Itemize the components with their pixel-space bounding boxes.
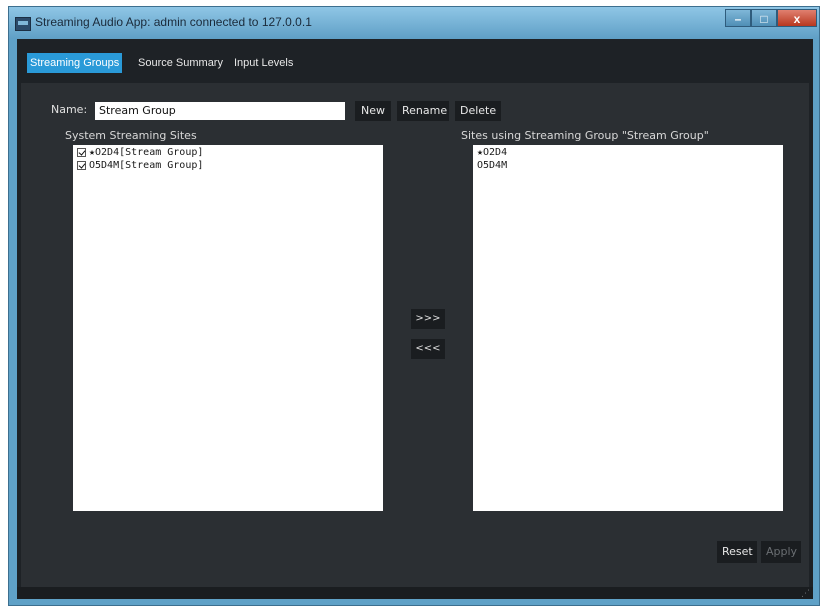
add-to-group-button[interactable]: >>> [411,309,445,329]
minimize-button[interactable]: – [725,9,751,27]
app-icon [15,17,31,31]
tab-strip: Streaming Groups Source Summary Input Le… [17,39,813,83]
system-sites-list[interactable]: ★O2D4[Stream Group] O5D4M[Stream Group] [73,145,383,511]
close-button[interactable]: x [777,9,817,27]
status-bar: ⋰ [17,587,813,599]
app-window: Streaming Audio App: admin connected to … [8,6,820,606]
title-bar[interactable]: Streaming Audio App: admin connected to … [9,7,819,39]
name-label: Name: [51,103,88,116]
window-title: Streaming Audio App: admin connected to … [35,15,312,29]
rename-button[interactable]: Rename [397,101,449,121]
streaming-groups-panel: Name: Stream Group New Rename Delete Sys… [21,83,809,595]
checkbox[interactable] [77,148,86,157]
group-sites-list[interactable]: ★O2D4 O5D4M [473,145,783,511]
new-button[interactable]: New [355,101,391,121]
maximize-button[interactable]: □ [751,9,777,27]
client-area: Streaming Groups Source Summary Input Le… [17,39,813,599]
checkbox[interactable] [77,161,86,170]
resize-grip-icon[interactable]: ⋰ [801,589,811,599]
chevron-down-icon[interactable] [333,105,345,114]
list-item[interactable]: O5D4M[Stream Group] [77,160,203,171]
list-item-label: O5D4M[Stream Group] [89,160,204,171]
name-dropdown[interactable]: Stream Group [95,102,345,120]
remove-from-group-button[interactable]: <<< [411,339,445,359]
reset-button[interactable]: Reset [717,541,757,563]
tab-input-levels[interactable]: Input Levels [231,53,296,73]
delete-button[interactable]: Delete [455,101,501,121]
tab-streaming-groups[interactable]: Streaming Groups [27,53,123,73]
apply-button[interactable]: Apply [761,541,801,563]
tab-source-summary[interactable]: Source Summary [135,53,226,73]
system-sites-header: System Streaming Sites [65,129,197,142]
list-item-label: ★O2D4[Stream Group] [89,147,204,158]
list-item-label: ★O2D4 [477,147,508,158]
list-item[interactable]: ★O2D4 [477,147,507,158]
group-sites-header: Sites using Streaming Group "Stream Grou… [461,129,709,142]
list-item-label: O5D4M [477,160,508,171]
list-item[interactable]: ★O2D4[Stream Group] [77,147,203,158]
list-item[interactable]: O5D4M [477,160,507,171]
name-dropdown-value: Stream Group [99,104,176,117]
